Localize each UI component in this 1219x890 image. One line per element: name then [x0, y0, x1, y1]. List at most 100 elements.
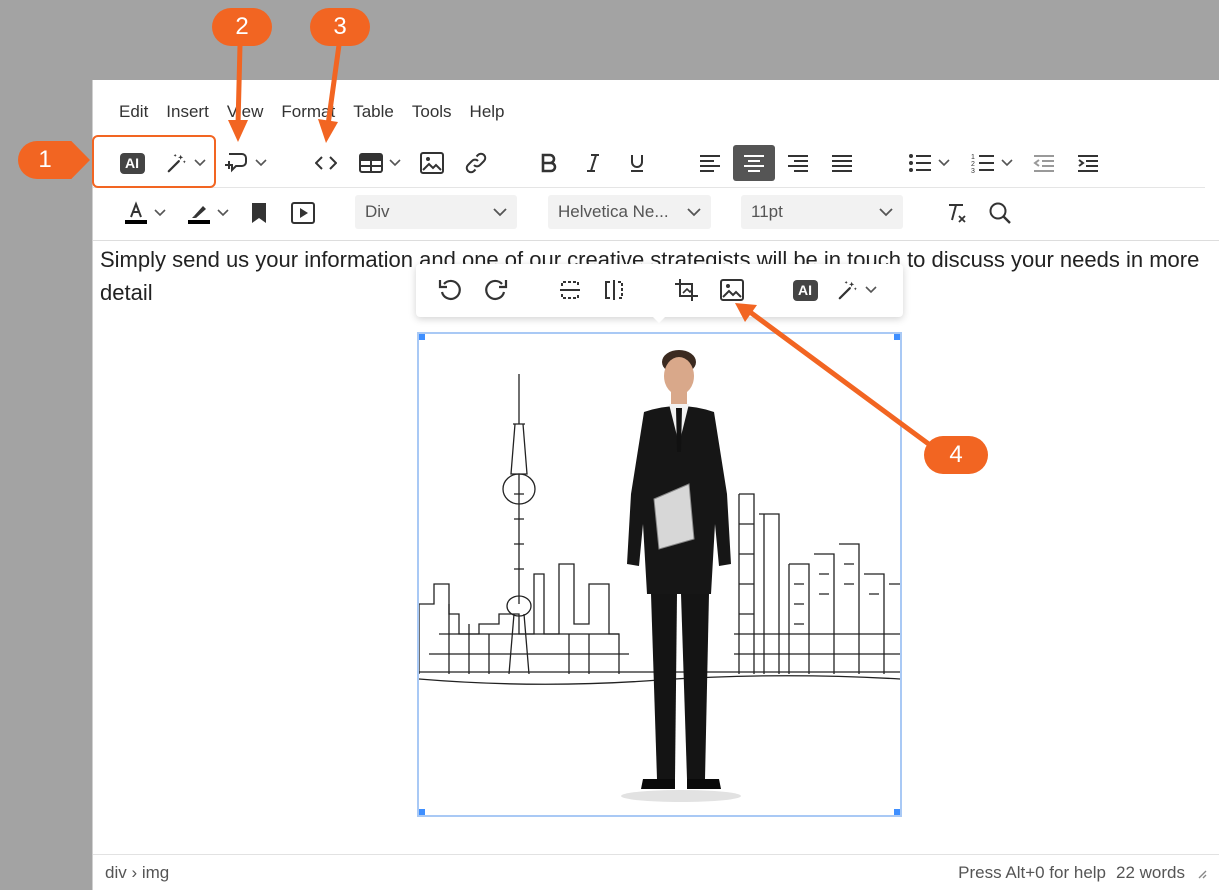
ai-icon: AI — [119, 152, 145, 174]
resize-handle-top-right[interactable] — [894, 334, 900, 340]
rotate-left-button[interactable] — [436, 272, 466, 308]
align-left-icon — [700, 155, 720, 172]
align-right-button[interactable] — [785, 145, 811, 181]
code-icon — [315, 156, 337, 170]
menu-tools[interactable]: Tools — [404, 98, 460, 126]
rotate-right-button[interactable] — [480, 272, 510, 308]
ai-shortcuts-button[interactable] — [161, 145, 211, 181]
toolbar-divider — [93, 187, 1205, 188]
align-left-button[interactable] — [697, 145, 723, 181]
chevron-down-icon — [1001, 159, 1013, 167]
clear-formatting-button[interactable] — [945, 195, 969, 231]
numbered-list-icon: 123 — [971, 154, 994, 174]
chevron-down-icon — [217, 209, 229, 217]
magic-wand-icon — [838, 280, 857, 300]
svg-text:3: 3 — [971, 168, 975, 174]
menu-table[interactable]: Table — [345, 98, 402, 126]
help-hint: Press Alt+0 for help — [958, 862, 1107, 882]
block-format-select[interactable]: Div — [355, 195, 517, 229]
insert-link-button[interactable] — [463, 145, 489, 181]
align-center-button[interactable] — [733, 145, 775, 181]
resize-handle-bottom-right[interactable] — [894, 809, 900, 815]
image-options-button[interactable] — [718, 272, 746, 308]
bookmark-icon — [252, 203, 266, 223]
text-color-icon — [125, 201, 147, 224]
resize-handle-bottom-left[interactable] — [419, 809, 425, 815]
font-size-value: 11pt — [751, 202, 783, 221]
table-button[interactable] — [357, 145, 403, 181]
resize-grip-icon[interactable] — [1195, 867, 1207, 879]
svg-text:1: 1 — [971, 154, 975, 161]
font-family-select[interactable]: Helvetica Ne... — [548, 195, 711, 229]
callout-3: 3 — [310, 8, 370, 46]
businessman-skyline-image — [419, 334, 900, 815]
ai-icon: AI — [792, 279, 818, 301]
word-count[interactable]: 22 words — [1116, 863, 1185, 883]
bold-button[interactable] — [537, 145, 561, 181]
flip-vertical-icon — [560, 281, 580, 299]
block-format-value: Div — [365, 202, 390, 221]
menu-help[interactable]: Help — [462, 98, 513, 126]
ai-assistant-button[interactable]: AI — [117, 145, 147, 181]
underline-button[interactable] — [625, 145, 649, 181]
flip-vertical-button[interactable] — [556, 272, 584, 308]
source-code-button[interactable] — [313, 145, 339, 181]
menubar: Edit Insert View Format Table Tools Help — [93, 94, 515, 130]
callout-4: 4 — [924, 436, 988, 474]
crop-button[interactable] — [672, 272, 702, 308]
clear-format-icon — [949, 204, 966, 223]
flip-horizontal-button[interactable] — [600, 272, 628, 308]
underline-icon — [631, 155, 643, 172]
svg-text:2: 2 — [971, 161, 975, 168]
image-ai-button[interactable]: AI — [790, 272, 820, 308]
rotate-right-icon — [485, 279, 508, 301]
menu-insert[interactable]: Insert — [158, 98, 217, 126]
callout-2: 2 — [212, 8, 272, 46]
italic-button[interactable] — [581, 145, 605, 181]
rotate-left-icon — [438, 279, 461, 301]
crop-icon — [675, 279, 698, 301]
indent-icon — [1078, 155, 1098, 172]
rich-text-editor: Edit Insert View Format Table Tools Help… — [92, 80, 1219, 890]
comment-add-icon — [225, 153, 247, 173]
highlight-color-button[interactable] — [181, 195, 235, 231]
font-size-select[interactable]: 11pt — [741, 195, 903, 229]
chevron-down-icon — [194, 159, 206, 167]
bookmark-button[interactable] — [247, 195, 271, 231]
element-path[interactable]: div › img — [105, 863, 169, 883]
font-family-value: Helvetica Ne... — [558, 202, 669, 221]
menu-edit[interactable]: Edit — [111, 98, 156, 126]
italic-icon — [587, 154, 599, 172]
chevron-down-icon — [255, 159, 267, 167]
status-right: Press Alt+0 for help 22 words — [958, 863, 1207, 883]
justify-icon — [832, 155, 852, 172]
menu-view[interactable]: View — [219, 98, 272, 126]
justify-button[interactable] — [829, 145, 855, 181]
link-icon — [465, 152, 487, 174]
statusbar: div › img Press Alt+0 for help 22 words — [93, 854, 1219, 890]
insert-media-button[interactable] — [289, 195, 317, 231]
bold-icon — [541, 153, 557, 173]
media-icon — [291, 202, 315, 224]
chevron-down-icon — [938, 159, 950, 167]
selected-image[interactable] — [417, 332, 902, 817]
highlight-color-icon — [188, 206, 210, 224]
chevron-down-icon — [865, 286, 877, 294]
align-center-icon — [744, 155, 764, 172]
menu-format[interactable]: Format — [273, 98, 343, 126]
context-toolbar-pointer — [650, 314, 668, 323]
text-color-button[interactable] — [117, 195, 173, 231]
add-comment-button[interactable] — [221, 145, 269, 181]
chevron-down-icon — [154, 209, 166, 217]
chevron-down-icon — [687, 207, 701, 216]
image-ai-shortcuts-button[interactable] — [832, 272, 882, 308]
numbered-list-button[interactable]: 123 — [965, 145, 1019, 181]
find-replace-button[interactable] — [987, 195, 1013, 231]
magic-wand-icon — [167, 153, 186, 173]
outdent-button[interactable] — [1031, 145, 1057, 181]
table-icon — [359, 153, 383, 173]
indent-button[interactable] — [1075, 145, 1101, 181]
insert-image-button[interactable] — [419, 145, 445, 181]
bullet-list-button[interactable] — [903, 145, 955, 181]
resize-handle-top-left[interactable] — [419, 334, 425, 340]
